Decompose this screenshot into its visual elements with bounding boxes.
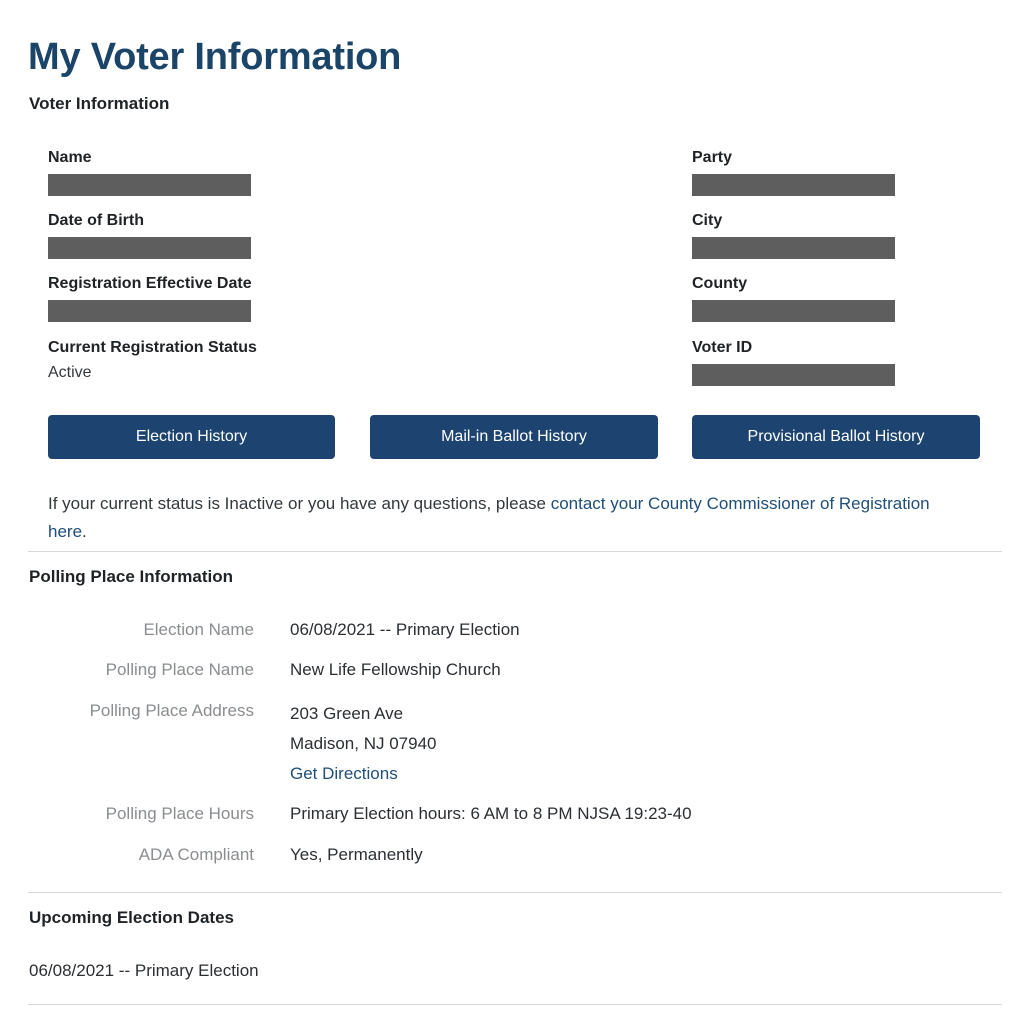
detail-value-polling-place-address: 203 Green Ave Madison, NJ 07940 Get Dire… xyxy=(290,699,436,789)
voter-information-page: My Voter Information Voter Information N… xyxy=(0,0,1024,1012)
detail-value-ada-compliant: Yes, Permanently xyxy=(290,845,423,864)
detail-value-polling-place-hours: Primary Election hours: 6 AM to 8 PM NJS… xyxy=(290,804,692,823)
field-label-party: Party xyxy=(692,149,733,166)
redacted-value-date-of-birth xyxy=(48,237,251,259)
field-label-date-of-birth: Date of Birth xyxy=(48,212,144,229)
redacted-value-name xyxy=(48,174,251,196)
election-history-button[interactable]: Election History xyxy=(48,415,335,459)
redacted-value-city xyxy=(692,237,895,259)
status-note: If your current status is Inactive or yo… xyxy=(48,490,948,546)
polling-place-information-heading: Polling Place Information xyxy=(29,567,234,586)
detail-label-election-name: Election Name xyxy=(143,620,254,639)
detail-value-polling-place-name: New Life Fellowship Church xyxy=(290,660,501,679)
redacted-value-registration-effective-date xyxy=(48,300,251,322)
redacted-value-voter-id xyxy=(692,364,895,386)
detail-value-election-name: 06/08/2021 -- Primary Election xyxy=(290,620,520,639)
address-line-1: 203 Green Ave xyxy=(290,704,404,723)
field-party: Party xyxy=(692,147,895,196)
address-line-2: Madison, NJ 07940 xyxy=(290,734,437,753)
status-note-text-after: . xyxy=(82,522,87,541)
field-label-name: Name xyxy=(48,149,92,166)
status-note-text-before: If your current status is Inactive or yo… xyxy=(48,494,551,513)
detail-label-polling-place-address: Polling Place Address xyxy=(89,701,254,720)
field-name: Name xyxy=(48,147,251,196)
field-county: County xyxy=(692,273,895,322)
section-divider xyxy=(28,1004,1002,1005)
field-current-registration-status: Current Registration Status Active xyxy=(48,337,257,384)
detail-label-ada-compliant: ADA Compliant xyxy=(138,845,254,864)
redacted-value-party xyxy=(692,174,895,196)
field-label-city: City xyxy=(692,212,723,229)
provisional-ballot-history-button[interactable]: Provisional Ballot History xyxy=(692,415,980,459)
field-label-current-registration-status: Current Registration Status xyxy=(48,339,257,356)
section-divider xyxy=(28,892,1002,893)
section-divider xyxy=(28,551,1002,552)
field-voter-id: Voter ID xyxy=(692,337,895,386)
get-directions-link[interactable]: Get Directions xyxy=(290,759,436,789)
detail-label-polling-place-name: Polling Place Name xyxy=(105,660,254,679)
upcoming-election-item: 06/08/2021 -- Primary Election xyxy=(29,961,259,980)
field-registration-effective-date: Registration Effective Date xyxy=(48,273,252,322)
field-city: City xyxy=(692,210,895,259)
page-title: My Voter Information xyxy=(28,36,402,79)
detail-label-polling-place-hours: Polling Place Hours xyxy=(105,804,254,823)
field-value-current-registration-status: Active xyxy=(48,364,92,381)
upcoming-election-dates-heading: Upcoming Election Dates xyxy=(29,908,234,927)
field-label-registration-effective-date: Registration Effective Date xyxy=(48,275,252,292)
voter-information-heading: Voter Information xyxy=(29,94,170,113)
mail-in-ballot-history-button[interactable]: Mail-in Ballot History xyxy=(370,415,658,459)
field-date-of-birth: Date of Birth xyxy=(48,210,251,259)
redacted-value-county xyxy=(692,300,895,322)
field-label-voter-id: Voter ID xyxy=(692,339,753,356)
field-label-county: County xyxy=(692,275,748,292)
